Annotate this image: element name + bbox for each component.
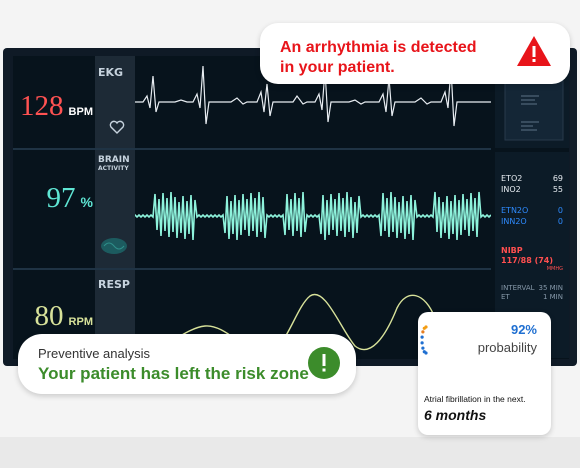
brain-activity-value: 97 (46, 182, 76, 214)
exclamation-circle-icon (308, 347, 340, 379)
ring-dot (421, 346, 425, 350)
brain-icon (101, 238, 127, 254)
probability-period: 6 months (424, 407, 487, 423)
probability-ring-icon (420, 325, 428, 355)
heart-rate-readout: 128 BPM (13, 90, 93, 123)
ring-dot (424, 351, 428, 355)
brain-wave-line (135, 191, 491, 241)
heart-rate-value: 128 (20, 90, 64, 122)
probability-description: Atrial fibrillation in the next. (424, 394, 526, 404)
probability-card[interactable]: 92% probability Atrial fibrillation in t… (418, 312, 551, 435)
heart-rate-unit: BPM (68, 106, 93, 118)
brain-activity-label: BRAIN ACTIVITY (98, 155, 130, 173)
page-footer-band (0, 437, 580, 468)
brain-activity-unit: % (80, 194, 93, 210)
ekg-label: EKG (98, 66, 124, 79)
resp-label: RESP (98, 278, 130, 291)
brain-waveform (135, 191, 491, 241)
respiration-readout: 80 RPM (13, 300, 93, 333)
ring-dot (422, 326, 426, 330)
respiration-value: 80 (34, 300, 64, 332)
analysis-title: Your patient has left the risk zone (38, 364, 309, 383)
brain-activity-readout: 97% (13, 182, 93, 215)
analysis-caption: Preventive analysis (38, 346, 150, 361)
row-divider (13, 268, 491, 270)
heart-icon (109, 120, 125, 134)
preventive-analysis-card[interactable]: Preventive analysis Your patient has lef… (18, 334, 356, 394)
arrhythmia-alert[interactable]: An arrhythmia is detected in your patien… (260, 23, 570, 84)
alert-message: An arrhythmia is detected in your patien… (280, 39, 477, 76)
warning-triangle-icon (517, 36, 551, 66)
respiration-unit: RPM (68, 316, 93, 328)
ring-dot (420, 341, 424, 345)
probability-label: probability (477, 340, 537, 355)
nibp-reading: 117/88 (74) (501, 256, 554, 265)
row-divider (13, 148, 491, 150)
ring-dot (421, 330, 425, 334)
probability-percent: 92% (510, 322, 537, 337)
ring-dot (420, 335, 424, 339)
